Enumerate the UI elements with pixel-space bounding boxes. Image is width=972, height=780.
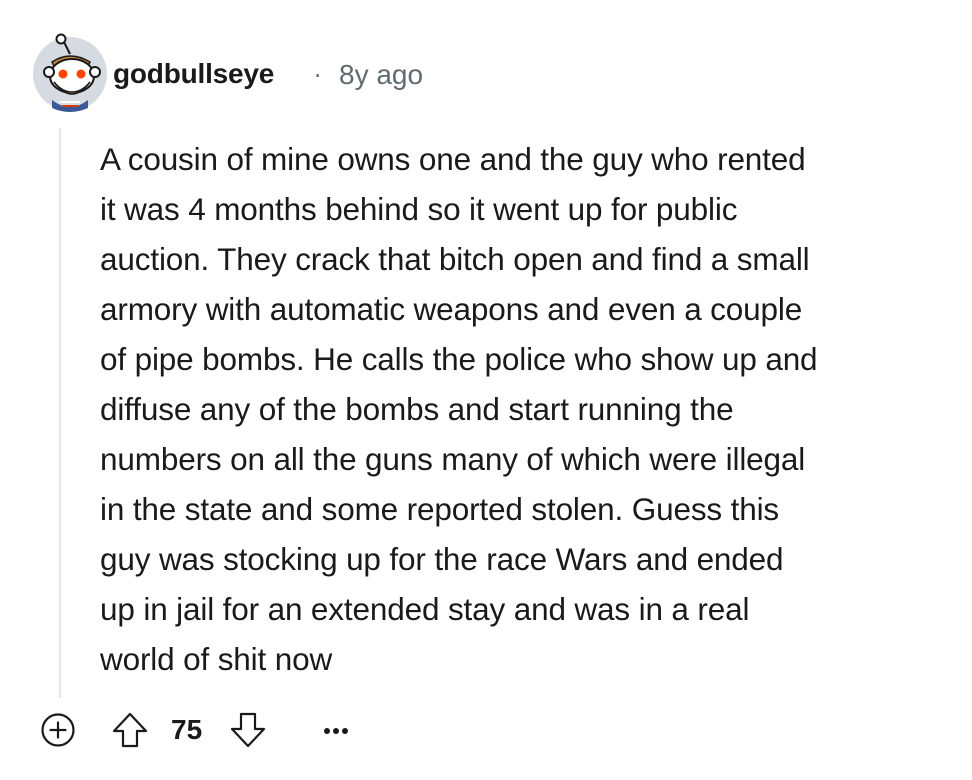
ellipsis-icon[interactable] (318, 716, 354, 746)
comment-line: numbers on all the guns many of which we… (100, 441, 806, 477)
comment-line: of pipe bombs. He calls the police who s… (100, 341, 818, 377)
comment-body: A cousin of mine owns one and the guy wh… (100, 134, 950, 684)
comment-line: diffuse any of the bombs and start runni… (100, 391, 734, 427)
comment-line: armory with automatic weapons and even a… (100, 291, 803, 327)
comment-line: world of shit now (100, 641, 333, 677)
arrow-down-icon[interactable] (228, 710, 268, 750)
comment-timestamp[interactable]: 8y ago (339, 59, 423, 91)
plus-circle-icon[interactable] (40, 712, 76, 748)
avatar[interactable] (30, 32, 110, 112)
comment-line: up in jail for an extended stay and was … (100, 591, 750, 627)
meta-separator: · (313, 58, 323, 89)
author-username[interactable]: godbullseye (113, 58, 274, 90)
vote-score: 75 (171, 714, 203, 745)
thread-line[interactable] (59, 128, 61, 698)
comment-line: auction. They crack that bitch open and … (100, 241, 810, 277)
comment-line: in the state and some reported stolen. G… (100, 491, 780, 527)
arrow-up-icon[interactable] (110, 710, 150, 750)
comment-line: it was 4 months behind so it went up for… (100, 191, 738, 227)
comment-line: A cousin of mine owns one and the guy wh… (100, 141, 806, 177)
comment-line: guy was stocking up for the race Wars an… (100, 541, 784, 577)
